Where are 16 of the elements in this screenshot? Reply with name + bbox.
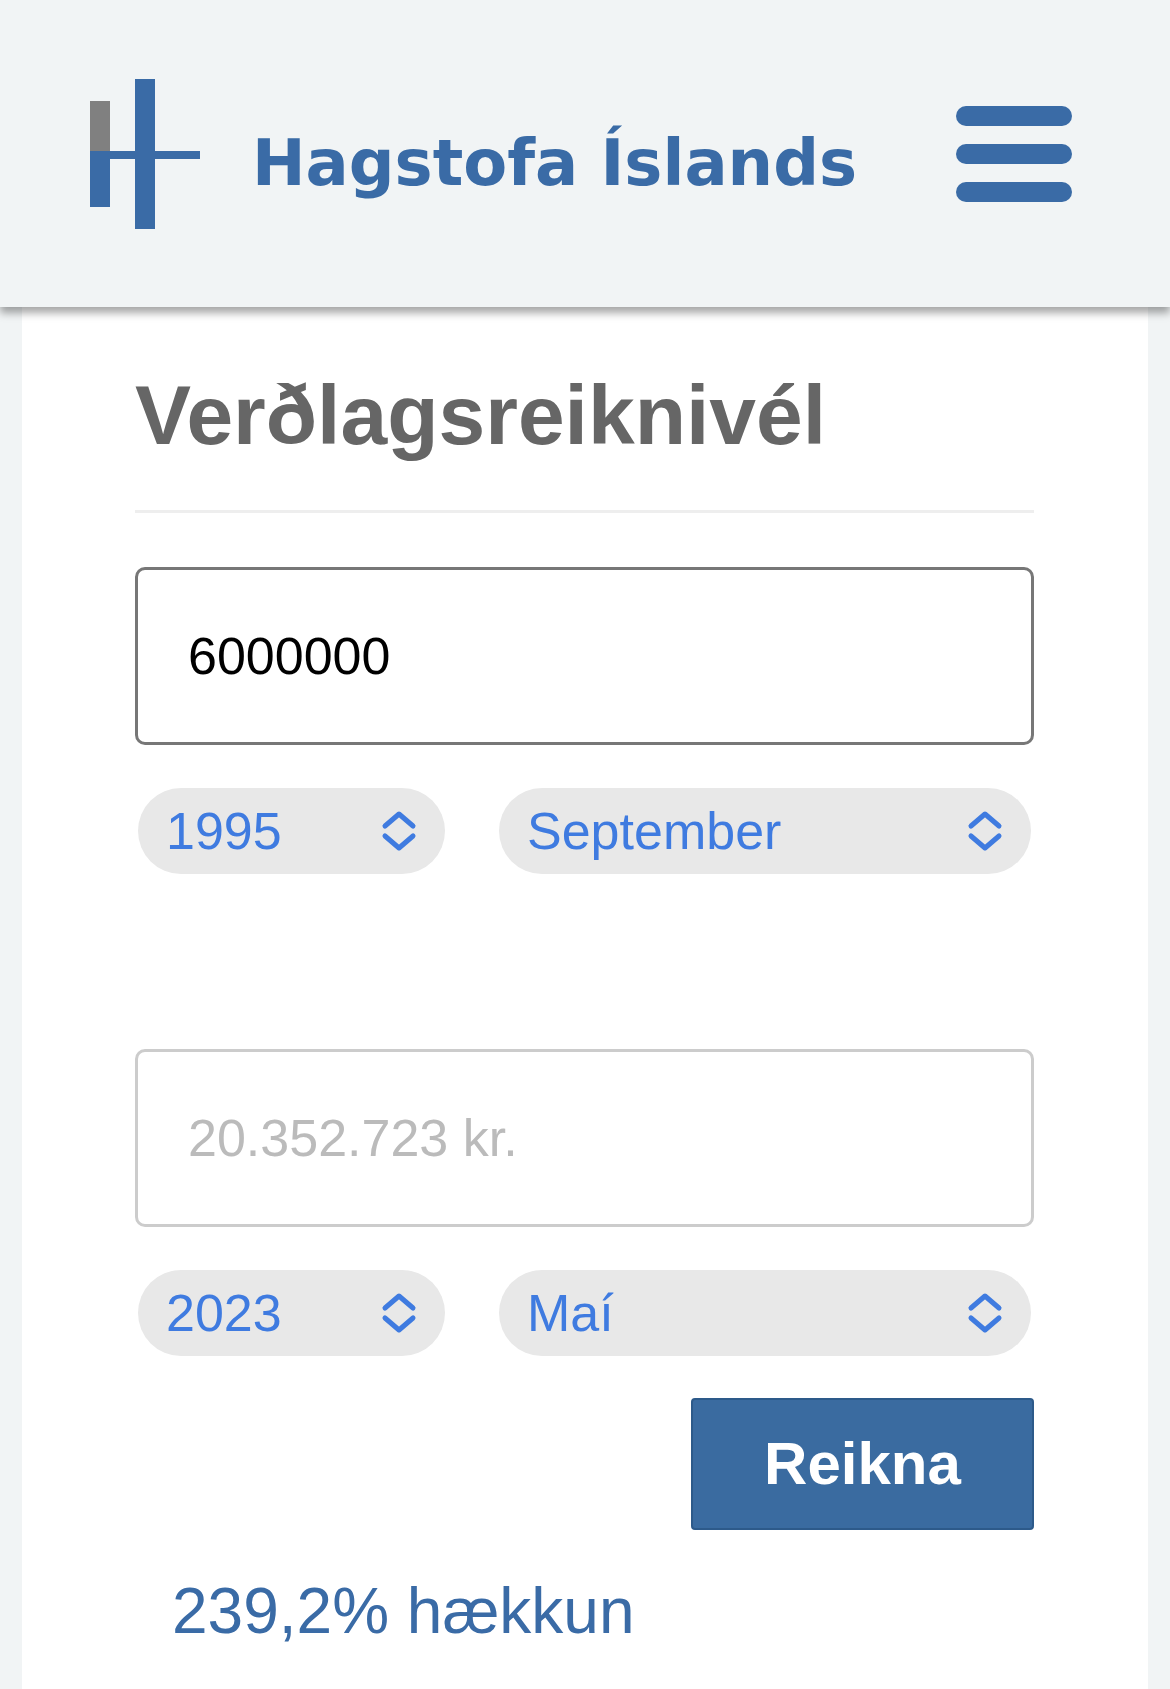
change-result: 239,2% hækkun bbox=[172, 1573, 636, 1648]
chevron-up-down-icon bbox=[381, 1291, 417, 1334]
month-select[interactable]: September bbox=[499, 787, 1031, 874]
chevron-up-down-icon bbox=[967, 809, 1003, 852]
chevron-up-down-icon bbox=[967, 1291, 1003, 1334]
year-select[interactable]: 1995 bbox=[138, 787, 445, 874]
month-select[interactable]: Maí bbox=[499, 1269, 1031, 1356]
result-field[interactable]: 20.352.723 kr. bbox=[135, 1048, 1034, 1227]
year-select[interactable]: 2023 bbox=[138, 1269, 445, 1356]
logo-icon bbox=[90, 78, 200, 229]
calculate-button[interactable]: Reikna bbox=[691, 1397, 1034, 1530]
chevron-up-down-icon bbox=[381, 809, 417, 852]
amount-field[interactable]: 6000000 bbox=[135, 566, 1034, 745]
site-title: Hagstofa Íslands bbox=[252, 125, 859, 200]
menu-icon[interactable] bbox=[956, 105, 1072, 202]
page-heading: Verðlagsreiknivél bbox=[135, 367, 828, 464]
